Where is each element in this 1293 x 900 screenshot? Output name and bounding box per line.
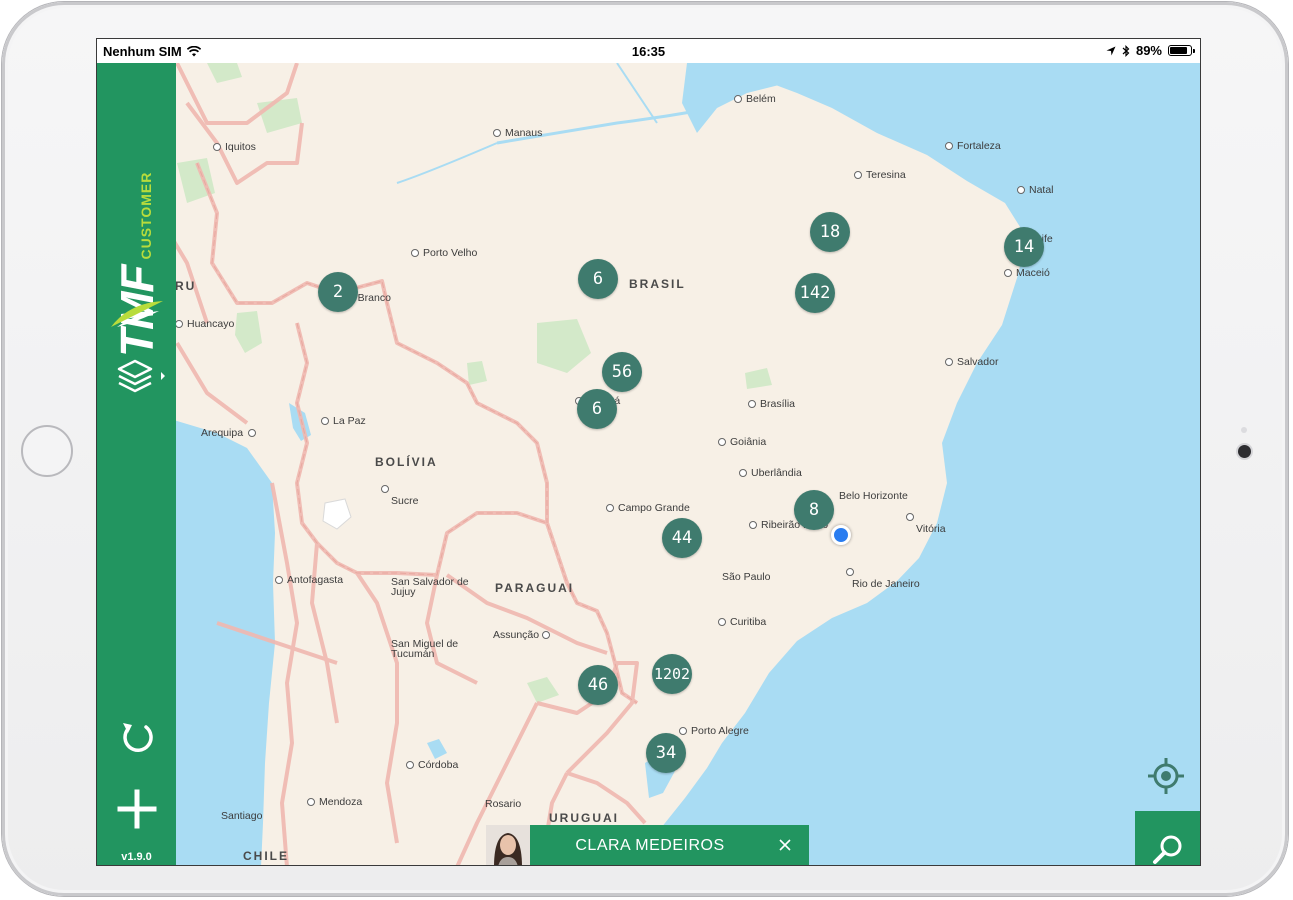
city-belem: Belém [734,93,776,105]
cluster-marker[interactable]: 1202 [652,654,692,694]
city-porto-alegre: Porto Alegre [679,725,749,737]
city-assuncao: Assunção [493,629,554,641]
cluster-marker[interactable]: 2 [318,272,358,312]
city-manaus: Manaus [493,127,542,139]
city-sucre: Sucre [381,483,418,507]
brand-subtitle: CUSTOMER [138,171,154,260]
locate-button[interactable] [1147,757,1185,795]
crosshair-icon [1148,758,1184,794]
city-uberlandia: Uberlândia [739,467,802,479]
city-antofagasta: Antofagasta [275,574,343,586]
map-view[interactable]: BRASIL BOLÍVIA PARAGUAI URUGUAI CHILE RU… [97,63,1200,865]
city-santiago: Santiago [221,810,263,822]
city-arequipa: Arequipa [201,427,260,439]
city-campo-grande: Campo Grande [606,502,690,514]
city-porto-velho: Porto Velho [411,247,477,259]
cluster-marker[interactable]: 44 [662,518,702,558]
close-icon [779,839,791,851]
sidebar: TMF CUSTOMER [97,63,176,865]
search-icon [1153,835,1182,864]
city-la-paz: La Paz [321,415,366,427]
city-rio-de-janeiro: Rio de Janeiro [846,566,920,590]
close-user-button[interactable] [775,835,795,855]
search-button[interactable] [1135,811,1200,865]
city-maceio: Maceió [1004,267,1050,279]
selected-user-bar[interactable]: CLARA MEDEIROS [486,825,809,865]
refresh-icon [123,723,153,753]
label-bolivia: BOLÍVIA [375,455,438,469]
cluster-marker[interactable]: 6 [577,389,617,429]
city-goiania: Goiânia [718,436,766,448]
home-button[interactable] [21,425,73,477]
city-fortaleza: Fortaleza [945,140,1001,152]
refresh-button[interactable] [115,715,159,759]
battery-percent: 89% [1135,43,1162,58]
user-name: CLARA MEDEIROS [575,837,725,854]
city-cordoba: Córdoba [406,759,458,771]
add-icon [117,789,157,829]
city-teresina: Teresina [854,169,906,181]
city-salvador: Salvador [945,356,998,368]
app-version: v1.9.0 [121,851,152,863]
label-peru: RU [175,279,197,293]
cluster-marker[interactable]: 34 [646,733,686,773]
city-brasilia: Brasília [748,398,795,410]
city-sao-paulo: São Paulo [722,571,771,583]
clock: 16:35 [631,44,666,59]
front-camera [1238,445,1251,458]
status-bar: Nenhum SIM 16:35 89% [97,39,1200,63]
cluster-marker[interactable]: 14 [1004,227,1044,267]
bluetooth-icon [1122,44,1130,57]
label-chile: CHILE [243,849,289,863]
layers-icon [117,359,165,393]
user-name-panel: CLARA MEDEIROS [530,825,809,865]
user-location-dot [831,525,851,545]
cluster-marker[interactable]: 56 [602,352,642,392]
city-mendoza: Mendoza [307,796,362,808]
city-belo-horizonte: Belo Horizonte [839,490,908,502]
cluster-marker[interactable]: 142 [795,273,835,313]
ipad-frame: Nenhum SIM 16:35 89% BRASIL BOLÍVIA PARA… [2,2,1288,896]
location-arrow-icon [1106,46,1116,55]
city-huancayo: Huancayo [175,318,234,330]
label-uruguai: URUGUAI [549,811,619,825]
city-vitoria: Vitória [906,511,946,535]
city-iquitos: Iquitos [213,141,256,153]
screen: Nenhum SIM 16:35 89% BRASIL BOLÍVIA PARA… [96,38,1201,866]
city-san-miguel: San Miguel de Tucumán [391,638,459,660]
city-rosario: Rosario [485,798,522,810]
cluster-marker[interactable]: 18 [810,212,850,252]
leaf-icon [111,301,163,327]
brand-logo: TMF CUSTOMER [105,103,167,357]
cluster-marker[interactable]: 46 [578,665,618,705]
add-button[interactable] [115,787,159,831]
cluster-marker[interactable]: 8 [794,490,834,530]
label-paraguai: PARAGUAI [495,581,575,595]
city-curitiba: Curitiba [718,616,766,628]
city-natal: Natal [1017,184,1054,196]
label-brasil: BRASIL [629,277,686,291]
avatar [486,825,530,865]
battery-icon [1168,45,1195,56]
layers-button[interactable] [115,359,171,403]
cluster-marker[interactable]: 6 [578,259,618,299]
city-san-salvador: San Salvador de Jujuy [391,576,469,598]
light-sensor [1241,427,1247,433]
